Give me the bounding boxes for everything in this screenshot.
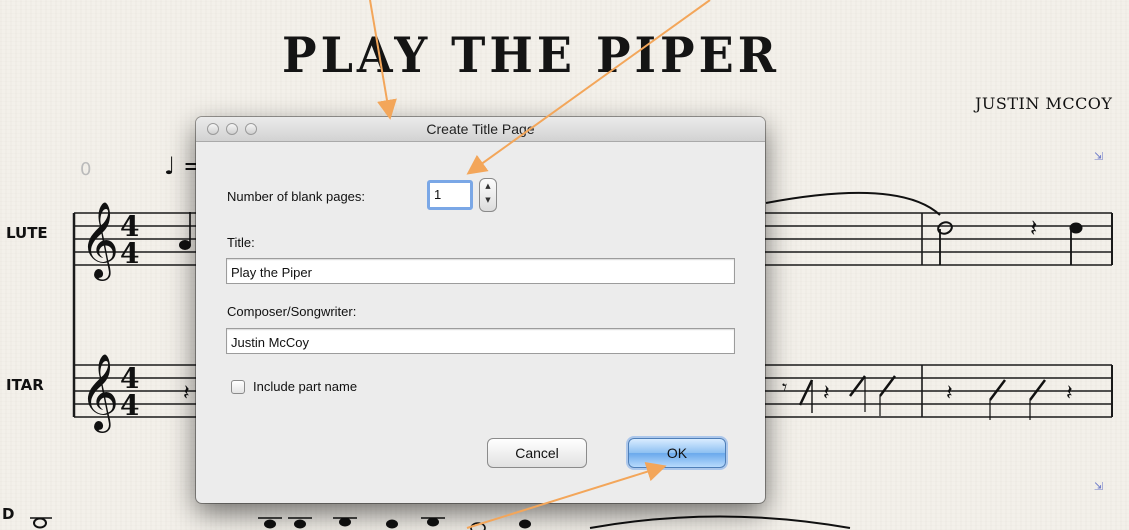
dialog-titlebar[interactable]: Create Title Page [196, 117, 765, 142]
svg-text:𝄾: 𝄾 [782, 375, 787, 399]
layout-marker-icon: ⇲ [1094, 150, 1104, 163]
svg-text:𝄽: 𝄽 [946, 381, 953, 406]
ok-button[interactable]: OK [628, 438, 726, 468]
time-sig-flute-bottom: 4 [120, 237, 139, 270]
cancel-button[interactable]: Cancel [487, 438, 587, 468]
blank-pages-stepper[interactable]: ▲ ▼ [479, 178, 497, 212]
include-part-name-checkbox[interactable] [231, 380, 245, 394]
blank-pages-input[interactable]: 1 [427, 180, 473, 210]
treble-clef-flute: 𝄞 [80, 201, 119, 281]
composer-input[interactable]: Justin McCoy [226, 328, 735, 354]
time-sig-guitar-bottom: 4 [120, 389, 139, 422]
dialog-title: Create Title Page [426, 121, 535, 137]
title-label: Title: [227, 235, 255, 250]
stepper-down-icon[interactable]: ▼ [480, 193, 496, 207]
half-note [937, 221, 953, 235]
composer-label: Composer/Songwriter: [227, 304, 357, 319]
treble-clef-guitar: 𝄞 [80, 353, 119, 433]
rest: 𝄽 [1030, 214, 1037, 242]
svg-text:𝄽: 𝄽 [183, 381, 190, 406]
include-part-name-label[interactable]: Include part name [253, 379, 357, 394]
blank-pages-label: Number of blank pages: [227, 189, 366, 204]
layout-marker-icon: ⇲ [1094, 480, 1104, 493]
create-title-page-dialog: Create Title Page Number of blank pages:… [196, 117, 765, 503]
stepper-up-icon[interactable]: ▲ [480, 179, 496, 193]
svg-text:𝄽: 𝄽 [823, 381, 830, 406]
title-input[interactable]: Play the Piper [226, 258, 735, 284]
svg-text:𝄽: 𝄽 [1066, 381, 1073, 406]
tie [765, 191, 941, 216]
